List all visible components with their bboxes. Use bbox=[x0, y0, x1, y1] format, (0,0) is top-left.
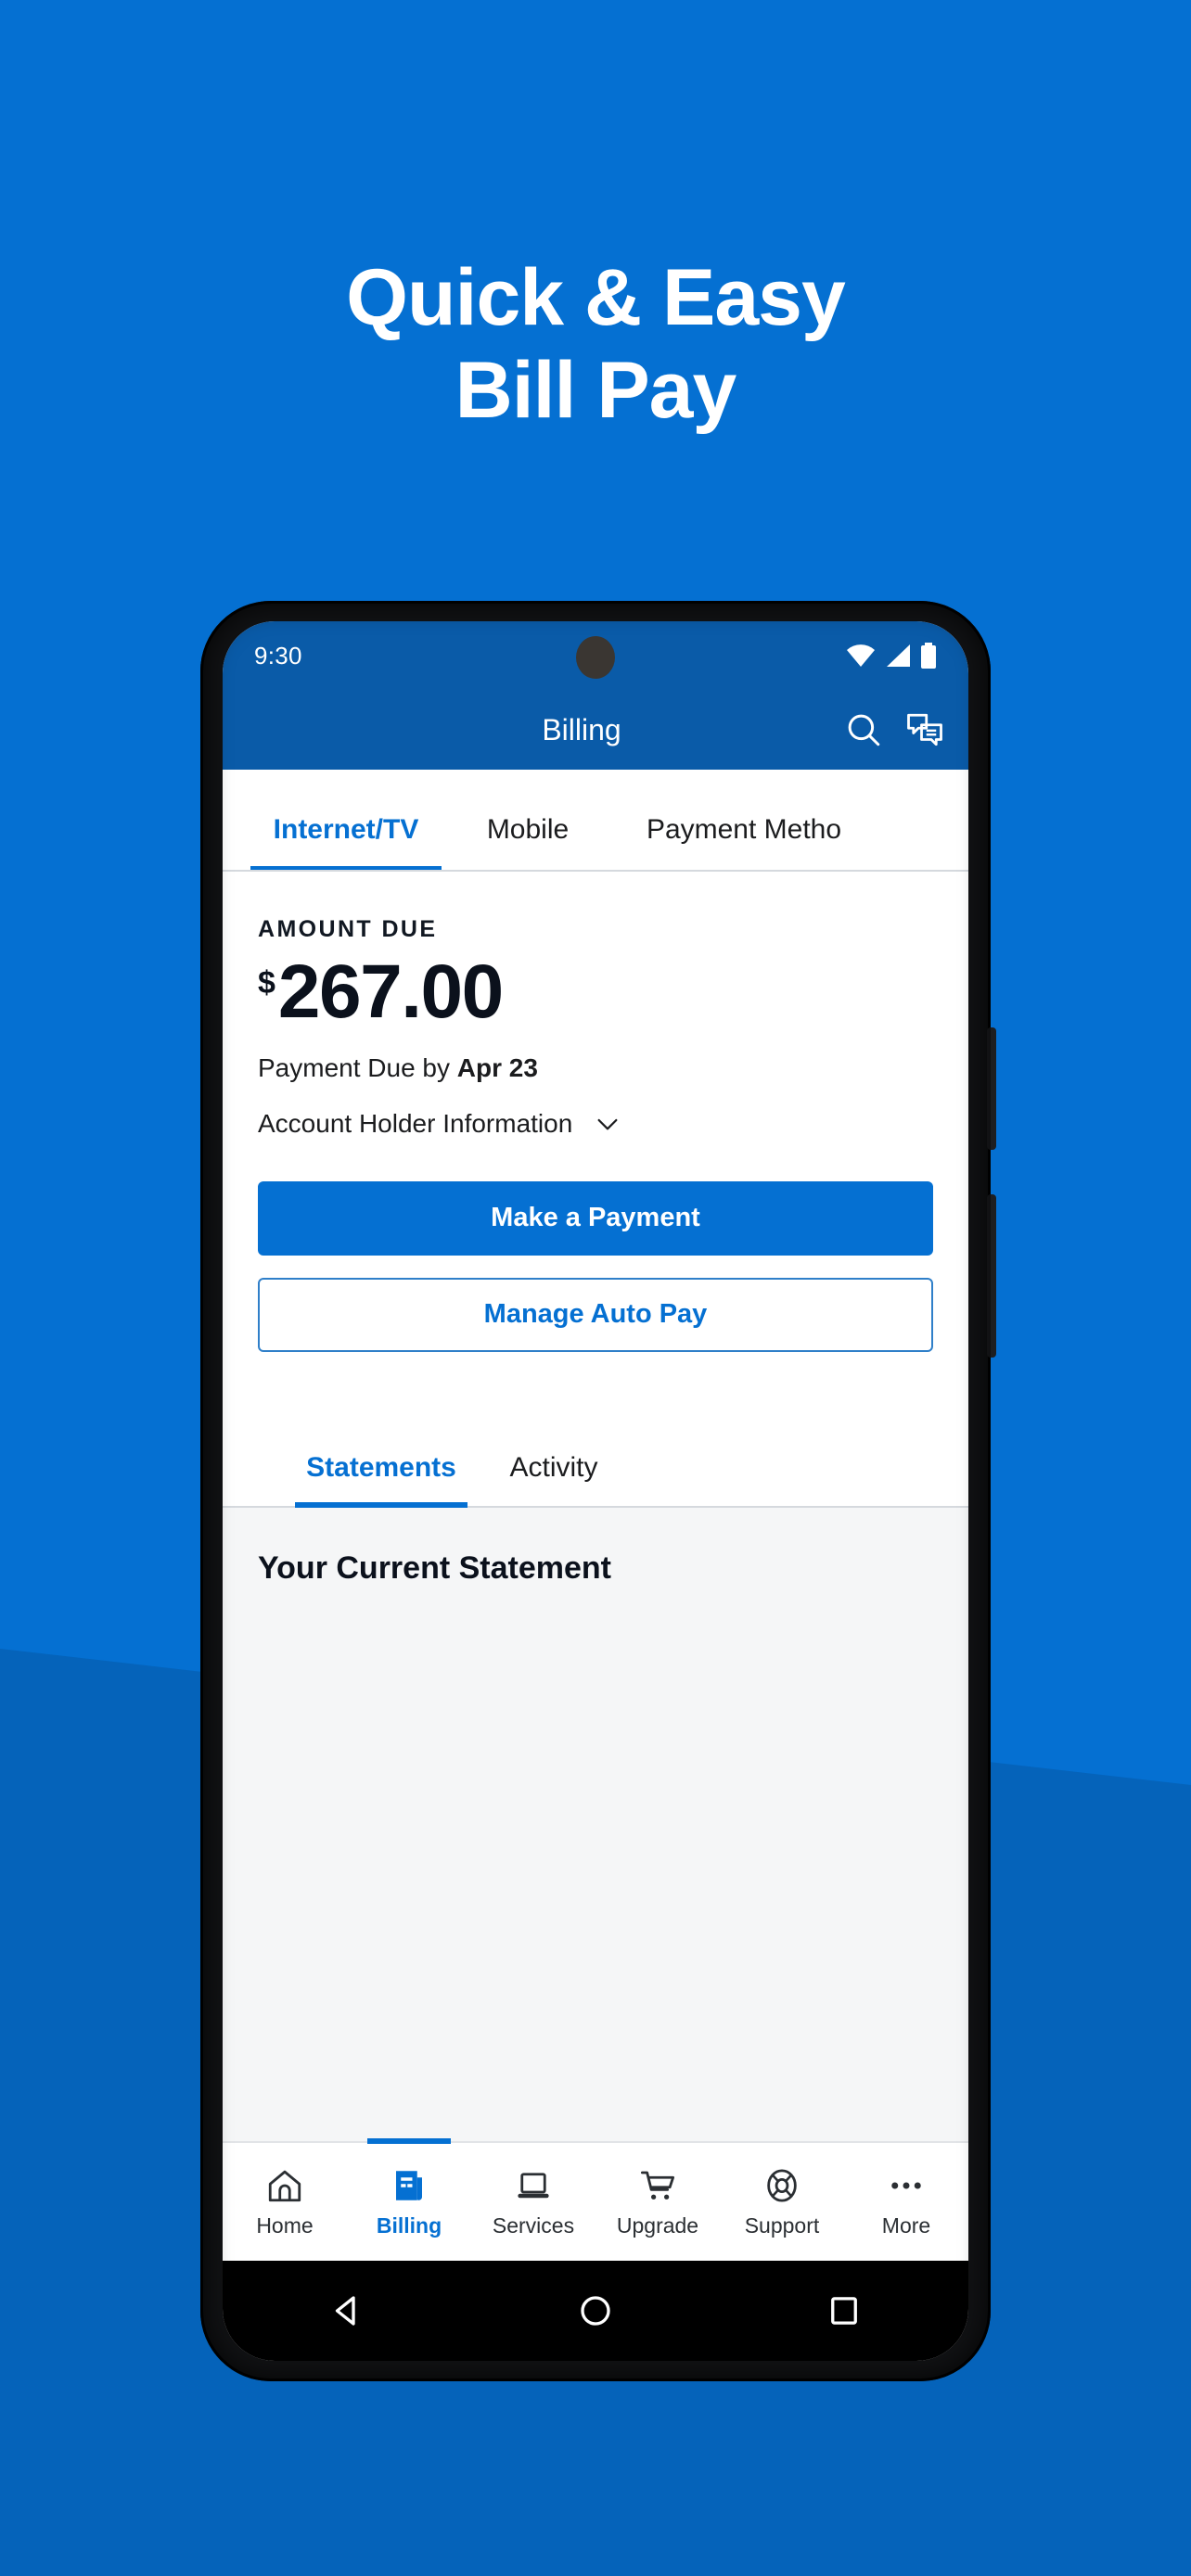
current-statement-heading: Your Current Statement bbox=[258, 1549, 611, 1586]
nav-item-support[interactable]: Support bbox=[720, 2143, 844, 2261]
front-camera-punchhole bbox=[576, 636, 615, 679]
make-a-payment-button[interactable]: Make a Payment bbox=[258, 1180, 933, 1256]
account-holder-disclosure[interactable]: Account Holder Information bbox=[258, 1109, 933, 1139]
search-icon[interactable] bbox=[844, 710, 883, 749]
tab-statements[interactable]: Statements bbox=[295, 1452, 467, 1508]
nav-item-upgrade[interactable]: Upgrade bbox=[596, 2143, 720, 2261]
back-triangle-icon[interactable] bbox=[327, 2291, 366, 2330]
statement-panel: Your Current Statement bbox=[223, 1507, 968, 2142]
wifi-icon bbox=[847, 644, 875, 667]
nav-item-billing[interactable]: Billing bbox=[347, 2143, 471, 2261]
statement-tabs: Statements Activity bbox=[223, 1396, 968, 1508]
phone-device-frame: 9:30 Billing Internet/TV Mobile Payment … bbox=[200, 601, 996, 2381]
promo-headline: Quick & Easy Bill Pay bbox=[0, 252, 1191, 438]
payment-due-prefix: Payment Due by bbox=[258, 1052, 457, 1082]
volume-button[interactable] bbox=[987, 1027, 996, 1150]
service-tabs: Internet/TV Mobile Payment Metho bbox=[223, 770, 968, 872]
amount-due-value: 267.00 bbox=[277, 950, 504, 1034]
chat-bubbles-icon[interactable] bbox=[905, 710, 944, 749]
recents-square-icon[interactable] bbox=[825, 2291, 864, 2330]
nav-label-more: More bbox=[881, 2213, 931, 2238]
nav-label-billing: Billing bbox=[376, 2213, 442, 2238]
home-circle-icon[interactable] bbox=[576, 2291, 615, 2330]
tab-internet-tv[interactable]: Internet/TV bbox=[250, 814, 442, 870]
amount-due-value-row: $ 267.00 bbox=[258, 950, 933, 1034]
android-system-nav bbox=[223, 2261, 968, 2361]
life-ring-icon bbox=[767, 2169, 797, 2201]
page-title: Billing bbox=[542, 712, 621, 746]
header-actions bbox=[844, 710, 944, 749]
shopping-cart-icon bbox=[640, 2171, 675, 2200]
battery-icon bbox=[921, 643, 936, 669]
nav-item-more[interactable]: More bbox=[844, 2143, 968, 2261]
chevron-down-icon[interactable] bbox=[593, 1109, 622, 1139]
bill-summary-section: AMOUNT DUE $ 267.00 Payment Due by Apr 2… bbox=[223, 872, 968, 1139]
payment-due-date: Apr 23 bbox=[456, 1052, 538, 1082]
nav-label-services: Services bbox=[492, 2213, 575, 2238]
status-bar-icons bbox=[846, 643, 937, 669]
tab-activity[interactable]: Activity bbox=[467, 1452, 640, 1506]
headline-line-1: Quick & Easy bbox=[346, 253, 846, 342]
bill-action-buttons: Make a Payment Manage Auto Pay bbox=[223, 1138, 968, 1352]
status-bar-time: 9:30 bbox=[254, 641, 302, 670]
nav-label-support: Support bbox=[744, 2213, 820, 2238]
nav-item-home[interactable]: Home bbox=[223, 2143, 347, 2261]
manage-auto-pay-button[interactable]: Manage Auto Pay bbox=[258, 1277, 933, 1352]
cellular-signal-icon bbox=[887, 644, 910, 667]
status-bar: 9:30 bbox=[223, 621, 968, 690]
headline-line-2: Bill Pay bbox=[455, 345, 737, 435]
tab-payment-methods[interactable]: Payment Metho bbox=[614, 814, 874, 870]
phone-screen: 9:30 Billing Internet/TV Mobile Payment … bbox=[223, 621, 968, 2361]
tab-mobile[interactable]: Mobile bbox=[442, 814, 614, 870]
ellipsis-icon bbox=[891, 2182, 921, 2188]
bill-icon bbox=[396, 2170, 422, 2200]
bottom-navigation-bar: Home Billing Services Upgrade Support Mo… bbox=[223, 2142, 968, 2261]
laptop-icon bbox=[518, 2172, 549, 2198]
home-icon bbox=[268, 2170, 301, 2201]
amount-due-label: AMOUNT DUE bbox=[258, 916, 438, 942]
currency-symbol: $ bbox=[258, 965, 275, 1001]
power-button[interactable] bbox=[987, 1194, 996, 1358]
nav-label-home: Home bbox=[256, 2213, 314, 2238]
account-holder-label: Account Holder Information bbox=[258, 1108, 573, 1138]
app-header: Billing bbox=[223, 690, 968, 770]
nav-item-services[interactable]: Services bbox=[471, 2143, 596, 2261]
nav-label-upgrade: Upgrade bbox=[616, 2213, 699, 2238]
payment-due-line: Payment Due by Apr 23 bbox=[258, 1053, 933, 1083]
